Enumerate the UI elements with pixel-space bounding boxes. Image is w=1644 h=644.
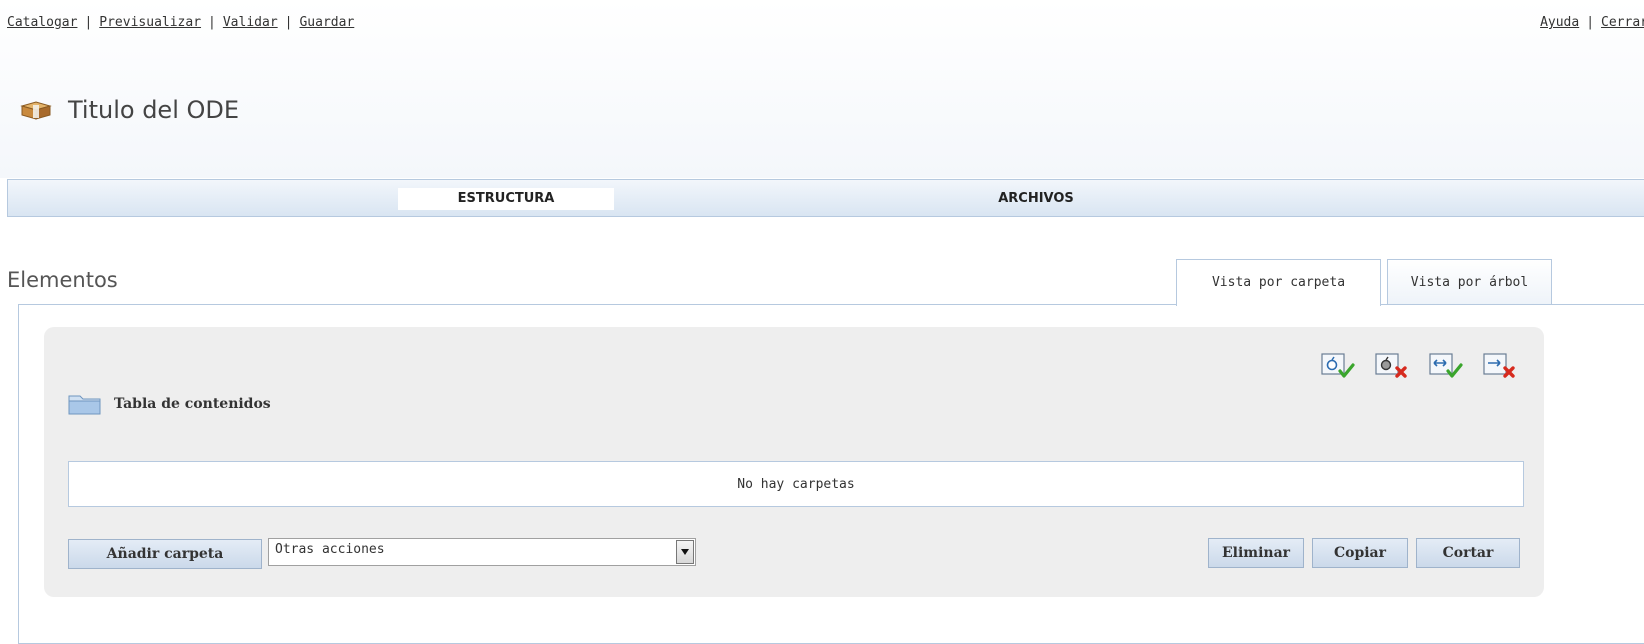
tab-vista-por-carpeta[interactable]: Vista por carpeta xyxy=(1176,259,1381,306)
top-navigation-right: Ayuda | Cerrar xyxy=(1540,15,1644,30)
remove-node-icon[interactable] xyxy=(1374,352,1412,380)
delete-button[interactable]: Eliminar xyxy=(1208,538,1304,568)
chevron-down-icon[interactable] xyxy=(676,540,694,564)
tab-estructura[interactable]: ESTRUCTURA xyxy=(398,188,614,210)
remove-link-icon[interactable] xyxy=(1482,352,1520,380)
main-tab-bar: ESTRUCTURA ARCHIVOS xyxy=(7,179,1644,217)
other-actions-value: Otras acciones xyxy=(275,542,385,557)
tab-vista-por-arbol[interactable]: Vista por árbol xyxy=(1387,259,1552,305)
package-icon xyxy=(20,101,52,120)
page-header: Titulo del ODE xyxy=(20,96,239,124)
separator: | xyxy=(284,15,293,30)
separator: | xyxy=(84,15,93,30)
nav-link-previsualizar[interactable]: Previsualizar xyxy=(99,15,201,30)
nav-link-guardar[interactable]: Guardar xyxy=(299,15,354,30)
add-node-icon[interactable] xyxy=(1320,352,1358,380)
tab-archivos[interactable]: ARCHIVOS xyxy=(928,188,1144,210)
section-title: Elementos xyxy=(7,268,118,292)
nav-link-validar[interactable]: Validar xyxy=(223,15,278,30)
toolbar xyxy=(1320,352,1520,380)
copy-button[interactable]: Copiar xyxy=(1312,538,1408,568)
cut-button[interactable]: Cortar xyxy=(1416,538,1520,568)
dropdown-arrow-icon xyxy=(681,549,689,555)
top-navigation: Catalogar | Previsualizar | Validar | Guardar xyxy=(7,15,354,30)
table-of-contents: Tabla de contenidos xyxy=(68,392,271,416)
add-folder-button[interactable]: Añadir carpeta xyxy=(68,539,262,569)
page-title: Titulo del ODE xyxy=(68,96,240,124)
nav-link-cerrar[interactable]: Cerrar xyxy=(1601,15,1644,30)
nav-link-ayuda[interactable]: Ayuda xyxy=(1540,15,1579,30)
folders-list-empty: No hay carpetas xyxy=(68,461,1524,507)
nav-link-catalogar[interactable]: Catalogar xyxy=(7,15,77,30)
add-link-icon[interactable] xyxy=(1428,352,1466,380)
other-actions-select[interactable]: Otras acciones xyxy=(268,538,696,566)
separator: | xyxy=(1586,15,1595,30)
separator: | xyxy=(208,15,216,30)
toc-label: Tabla de contenidos xyxy=(114,396,271,412)
folder-icon xyxy=(68,395,101,415)
